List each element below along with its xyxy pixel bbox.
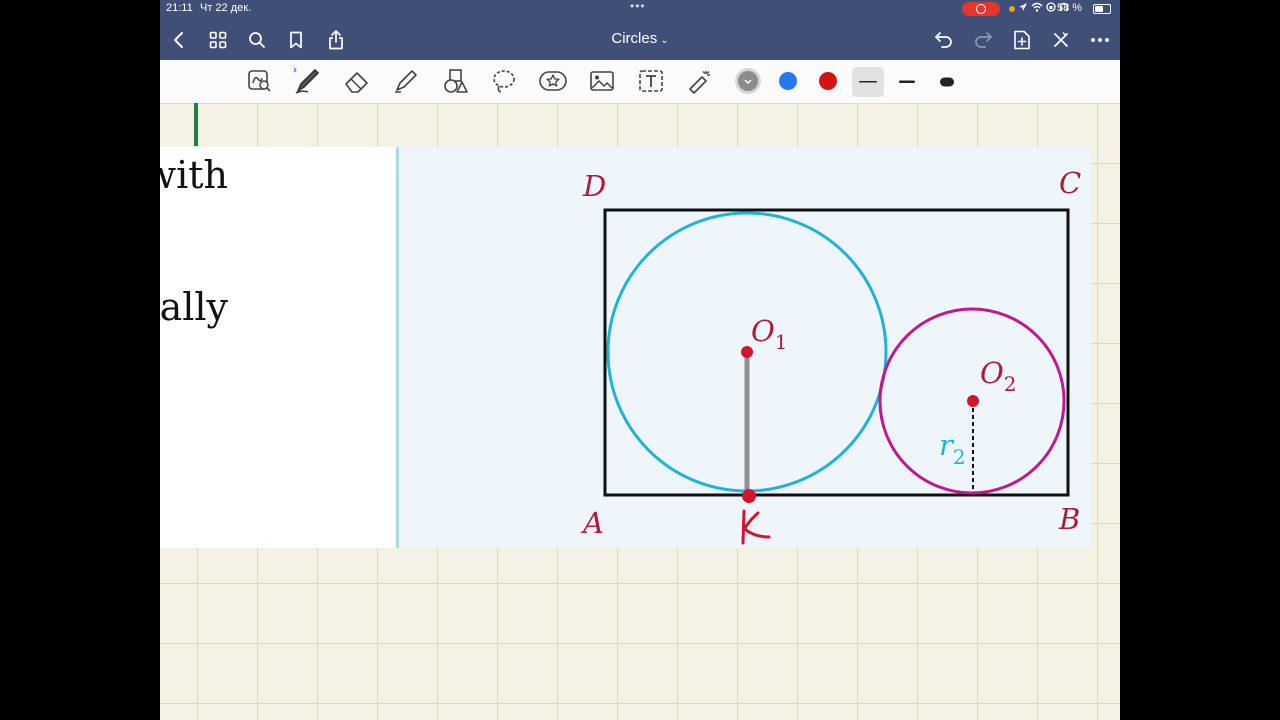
scribble-zoom-icon xyxy=(248,70,271,92)
undo-icon xyxy=(935,32,952,48)
add-page-icon xyxy=(1014,30,1030,50)
label-C: C xyxy=(1059,166,1081,200)
circles-in-rectangle-diagram: D C A B O1 O2 r2 xyxy=(580,166,1081,545)
label-B: B xyxy=(1058,502,1080,536)
chevron-down-icon xyxy=(744,79,752,85)
color-swatch-blue[interactable] xyxy=(779,72,797,90)
pen-tool[interactable] xyxy=(292,66,322,96)
shapes-tool[interactable] xyxy=(440,66,470,96)
battery-icon xyxy=(1093,4,1111,14)
label-D: D xyxy=(582,169,606,203)
text-tool[interactable] xyxy=(636,66,666,96)
wifi-icon xyxy=(1031,2,1043,12)
lasso-icon xyxy=(493,70,515,93)
lock-rotation-icon xyxy=(1046,2,1056,12)
chevron-down-icon: ⌄ xyxy=(660,35,669,46)
search-button[interactable] xyxy=(245,28,269,52)
label-O2-base: O xyxy=(980,356,1004,390)
document-title-menu[interactable]: Circles ⌄ xyxy=(590,30,690,47)
eraser-tool[interactable] xyxy=(342,66,372,96)
label-O1-sub: 1 xyxy=(775,330,788,354)
status-bar: 21:11 Чт 22 дек. ••• 58 % xyxy=(160,0,1120,18)
geometry-figure-image[interactable]: D C A B O1 O2 r2 xyxy=(396,147,1091,548)
thin-line-icon xyxy=(859,81,877,83)
stroke-width-thick[interactable] xyxy=(932,67,964,97)
microphone-indicator-dot xyxy=(1009,6,1015,12)
point-O2 xyxy=(967,395,979,407)
lasso-select-tool[interactable] xyxy=(245,66,275,96)
share-icon xyxy=(329,30,343,50)
undo-button[interactable] xyxy=(932,28,956,52)
medium-line-icon xyxy=(899,80,915,83)
bookmark-button[interactable] xyxy=(284,28,308,52)
close-toolbar-button[interactable] xyxy=(1049,28,1073,52)
redo-button[interactable] xyxy=(971,28,995,52)
multitask-dots[interactable]: ••• xyxy=(630,0,646,13)
stroke-width-thin[interactable] xyxy=(852,67,884,97)
label-O2-sub: 2 xyxy=(1004,372,1017,396)
screen-recording-indicator[interactable] xyxy=(962,2,1000,16)
ipad-screen: 21:11 Чт 22 дек. ••• 58 % Circles ⌄ ith … xyxy=(160,0,1120,720)
text-line-ally: ally xyxy=(160,285,228,329)
highlighter-icon xyxy=(395,70,417,93)
stroke-width-medium[interactable] xyxy=(892,67,924,97)
text-box-icon xyxy=(639,70,663,92)
label-O2: O2 xyxy=(980,356,1017,396)
label-r2: r2 xyxy=(939,428,966,469)
sticker-star-icon xyxy=(539,71,567,91)
pasted-text-fragment: with ally xyxy=(160,147,396,548)
thick-line-icon xyxy=(940,77,954,87)
laser-pointer-tool[interactable] xyxy=(685,66,715,96)
page-grid-button[interactable] xyxy=(206,28,230,52)
highlighter-tool[interactable] xyxy=(391,66,421,96)
status-date: Чт 22 дек. xyxy=(200,2,252,14)
rectangle-ABCD xyxy=(603,208,1070,497)
image-tool[interactable] xyxy=(587,66,617,96)
laser-pointer-icon xyxy=(689,71,710,94)
lasso-tool[interactable] xyxy=(489,66,519,96)
image-icon xyxy=(590,71,614,91)
label-O1: O1 xyxy=(751,314,788,354)
eraser-icon xyxy=(345,72,368,93)
add-page-button[interactable] xyxy=(1010,28,1034,52)
battery-percent: 58 % xyxy=(1057,2,1083,14)
search-icon xyxy=(249,32,265,48)
bookmark-icon xyxy=(290,31,302,49)
share-button[interactable] xyxy=(324,28,348,52)
close-icon xyxy=(1054,32,1068,47)
more-icon xyxy=(1091,38,1109,42)
shapes-icon xyxy=(444,69,468,93)
top-bar: 21:11 Чт 22 дек. ••• 58 % Circles ⌄ xyxy=(160,0,1120,60)
document-title: Circles xyxy=(611,30,658,47)
label-r2-sub: 2 xyxy=(953,445,966,469)
pen-icon xyxy=(293,67,320,94)
status-time: 21:11 xyxy=(166,2,193,14)
chevron-left-icon xyxy=(174,32,183,48)
color-swatch-gray-selected[interactable] xyxy=(738,71,758,91)
record-icon xyxy=(976,4,986,14)
handwritten-K-label xyxy=(741,509,771,545)
navigation-bar: Circles ⌄ xyxy=(160,20,1120,60)
elements-tool[interactable] xyxy=(538,66,568,96)
point-K xyxy=(742,489,756,503)
grid-icon xyxy=(209,31,227,49)
label-O1-base: O xyxy=(751,314,775,348)
redo-icon xyxy=(975,32,992,48)
back-button[interactable] xyxy=(167,28,191,52)
color-swatch-red[interactable] xyxy=(819,72,837,90)
label-A: A xyxy=(580,506,604,540)
location-icon xyxy=(1019,3,1027,11)
green-ink-stroke xyxy=(194,103,198,146)
more-button[interactable] xyxy=(1088,28,1112,52)
text-line-with: with xyxy=(160,153,228,197)
drawing-toolbar xyxy=(160,60,1120,104)
